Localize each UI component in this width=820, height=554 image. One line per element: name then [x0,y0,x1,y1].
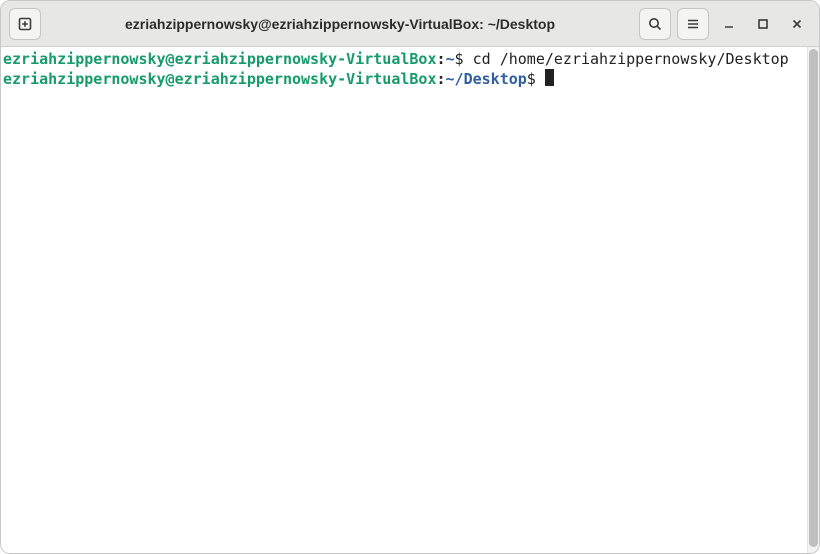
close-icon [790,17,804,31]
command-text: cd /home/ezriahzippernowsky/Desktop [464,50,789,68]
prompt-symbol: $ [455,50,464,68]
prompt-user-host: ezriahzippernowsky@ezriahzippernowsky-Vi… [3,50,436,68]
new-tab-icon [17,16,33,32]
prompt-path: ~/Desktop [446,70,527,88]
titlebar-right-group [639,8,811,40]
minimize-button[interactable] [715,10,743,38]
window-title: ezriahzippernowsky@ezriahzippernowsky-Vi… [47,16,633,32]
new-tab-button[interactable] [9,8,41,40]
minimize-icon [722,17,736,31]
prompt-user-host: ezriahzippernowsky@ezriahzippernowsky-Vi… [3,70,436,88]
terminal-area[interactable]: ezriahzippernowsky@ezriahzippernowsky-Vi… [1,47,807,553]
scrollbar-thumb[interactable] [809,49,818,547]
terminal-window: ezriahzippernowsky@ezriahzippernowsky-Vi… [0,0,820,554]
search-button[interactable] [639,8,671,40]
prompt-colon: : [436,50,445,68]
maximize-button[interactable] [749,10,777,38]
terminal-area-wrap: ezriahzippernowsky@ezriahzippernowsky-Vi… [1,47,819,553]
search-icon [647,16,663,32]
menu-button[interactable] [677,8,709,40]
prompt-symbol: $ [527,70,536,88]
scrollbar[interactable] [807,47,819,553]
prompt-colon: : [436,70,445,88]
close-button[interactable] [783,10,811,38]
titlebar: ezriahzippernowsky@ezriahzippernowsky-Vi… [1,1,819,47]
maximize-icon [756,17,770,31]
prompt-path: ~ [446,50,455,68]
cursor [545,69,554,86]
hamburger-icon [685,16,701,32]
